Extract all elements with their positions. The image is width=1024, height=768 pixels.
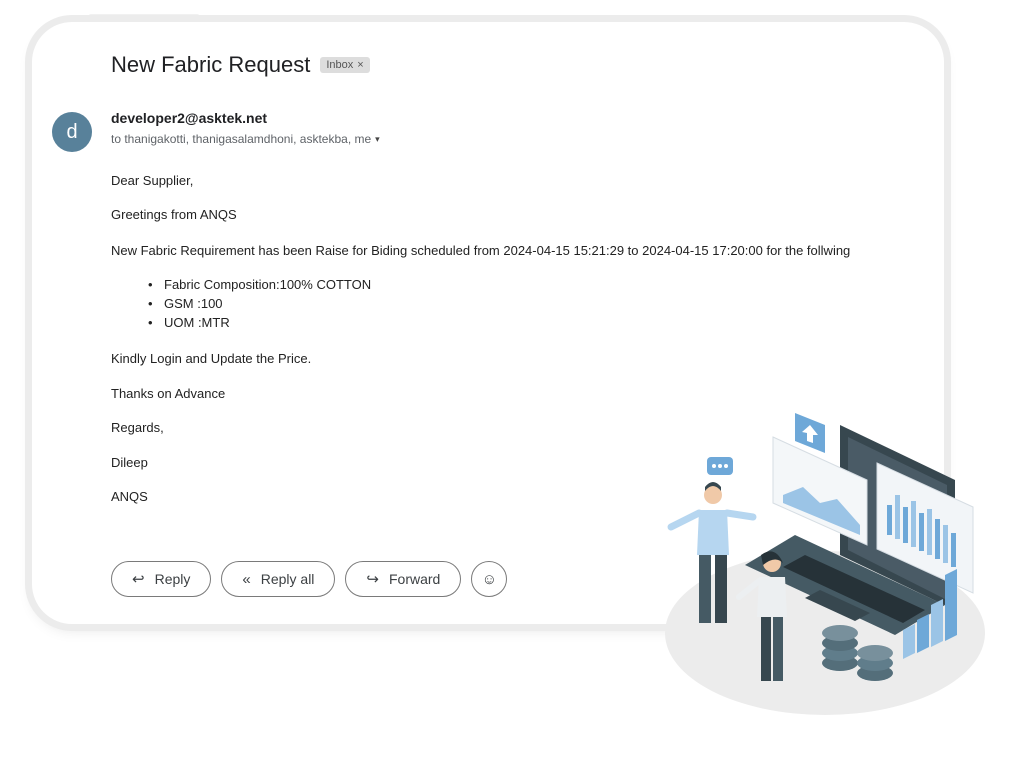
emoji-icon: ☺ bbox=[481, 570, 498, 588]
greeting: Dear Supplier, bbox=[111, 173, 194, 188]
emoji-reaction-button[interactable]: ☺ bbox=[471, 561, 508, 597]
inbox-label-text: Inbox bbox=[326, 59, 354, 71]
business-laptop-illustration bbox=[665, 413, 985, 715]
signature-name: Dileep bbox=[111, 455, 148, 470]
list-item: UOM :MTR bbox=[148, 316, 371, 335]
inbox-label-chip[interactable]: Inbox × bbox=[320, 57, 370, 73]
reply-all-icon: « bbox=[242, 570, 251, 588]
list-item: Fabric Composition:100% COTTON bbox=[148, 278, 371, 297]
chat-bubble-icon bbox=[707, 457, 733, 475]
instruction-line: Kindly Login and Update the Price. bbox=[111, 351, 312, 366]
reply-actions: ↩ Reply « Reply all ↪ Forward ☺ bbox=[111, 561, 508, 597]
forward-icon: ↪ bbox=[366, 571, 379, 588]
email-subject: New Fabric Request bbox=[111, 52, 311, 77]
recipients-text: to thanigakotti, thanigasalamdhoni, askt… bbox=[111, 132, 372, 146]
show-details-icon[interactable]: ▾ bbox=[375, 134, 380, 145]
intro-line: Greetings from ANQS bbox=[111, 207, 237, 222]
list-item: GSM :100 bbox=[148, 297, 371, 316]
forward-label: Forward bbox=[389, 571, 441, 587]
forward-button[interactable]: ↪ Forward bbox=[345, 561, 462, 597]
sender-avatar[interactable]: d bbox=[52, 112, 92, 152]
thanks-line: Thanks on Advance bbox=[111, 386, 226, 401]
fabric-spec-list: Fabric Composition:100% COTTON GSM :100 … bbox=[148, 278, 371, 335]
reply-icon: ↩ bbox=[132, 571, 145, 588]
reply-label: Reply bbox=[154, 571, 191, 587]
reply-all-button[interactable]: « Reply all bbox=[221, 561, 336, 597]
regards-line: Regards, bbox=[111, 420, 164, 435]
sender-address[interactable]: developer2@asktek.net bbox=[111, 110, 267, 126]
remove-label-icon[interactable]: × bbox=[357, 59, 363, 71]
subject-row: New Fabric Request Inbox × bbox=[111, 52, 370, 78]
requirement-line: New Fabric Requirement has been Raise fo… bbox=[111, 243, 851, 258]
reply-button[interactable]: ↩ Reply bbox=[111, 561, 212, 597]
signature-company: ANQS bbox=[111, 489, 148, 504]
upload-card-icon bbox=[795, 413, 825, 453]
reply-all-label: Reply all bbox=[260, 571, 315, 587]
recipients-line: to thanigakotti, thanigasalamdhoni, askt… bbox=[111, 132, 380, 146]
